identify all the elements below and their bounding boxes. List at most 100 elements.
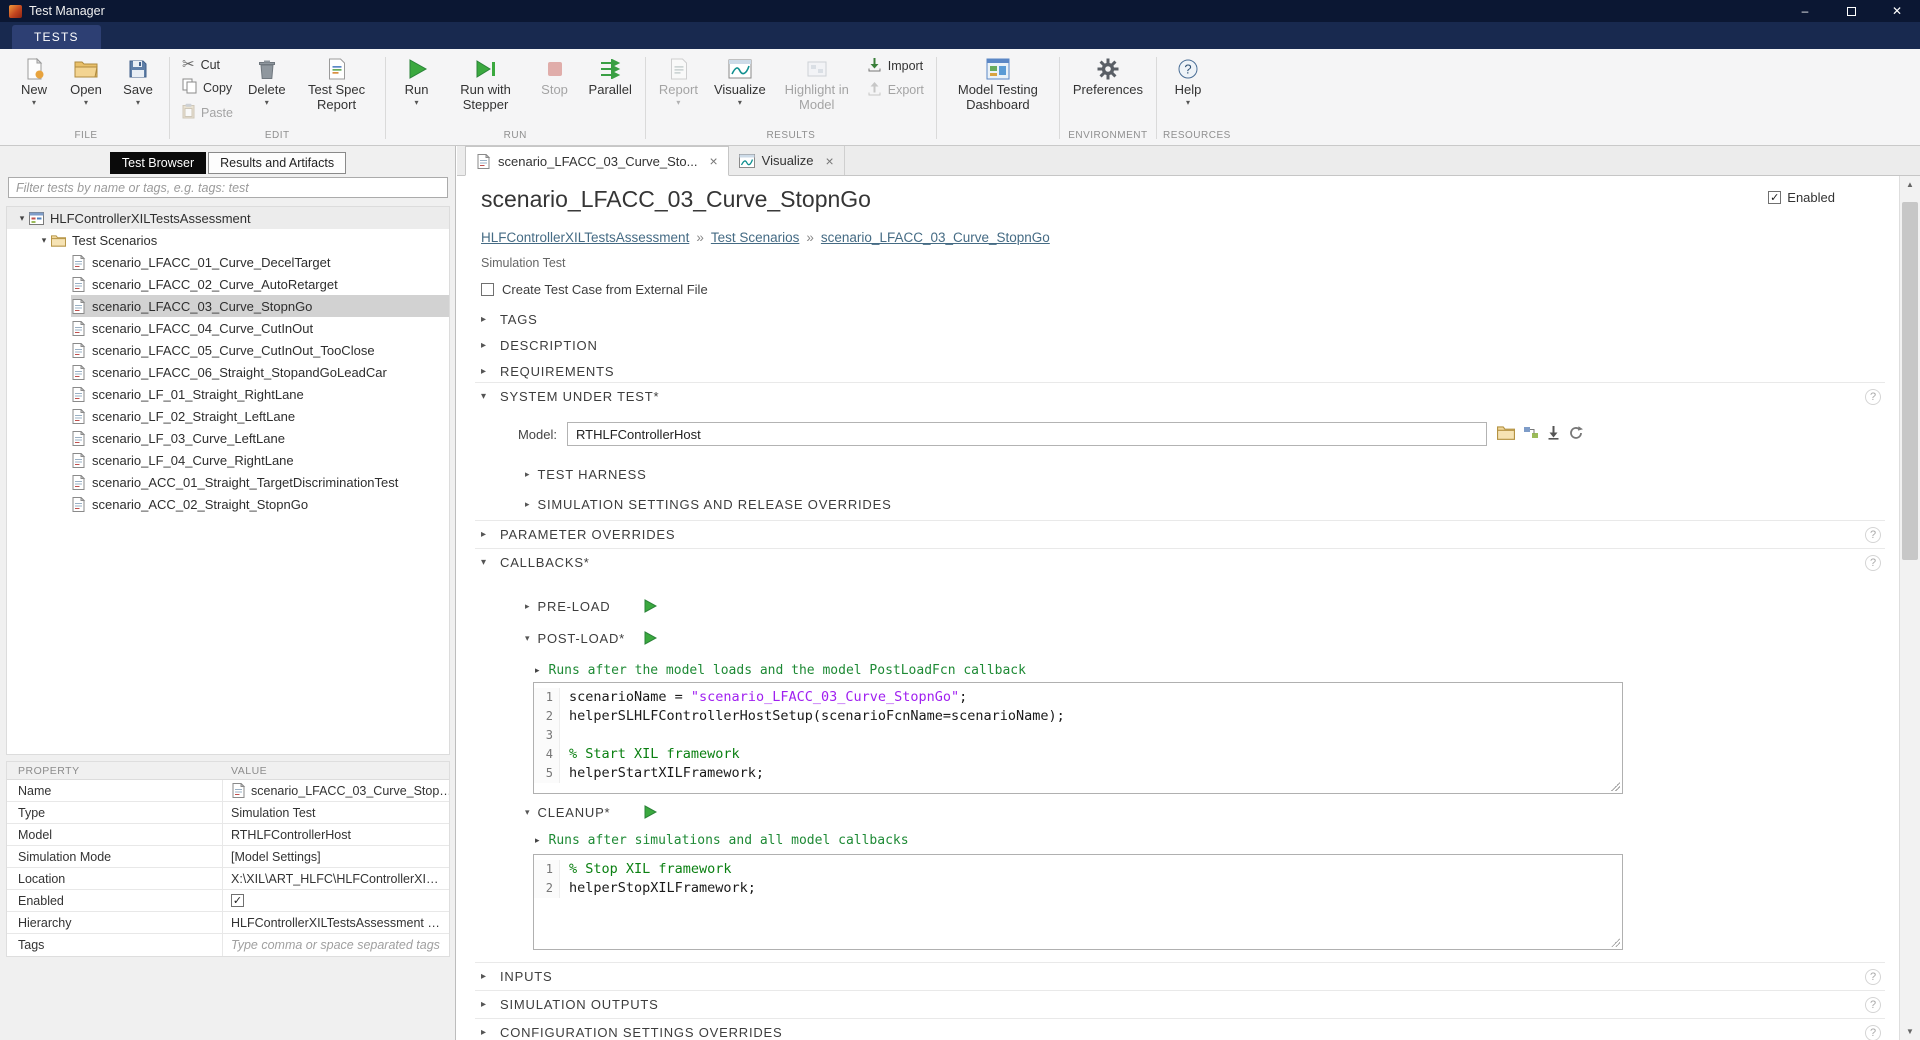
post-load-code-editor[interactable]: 1scenarioName = "scenario_LFACC_03_Curve… bbox=[533, 682, 1623, 794]
resize-grip[interactable] bbox=[1610, 781, 1620, 791]
doc-tab-scenario[interactable]: scenario_LFACC_03_Curve_Sto... × bbox=[465, 146, 729, 176]
collapsed-arrow-icon[interactable]: ▸ bbox=[535, 665, 540, 676]
section-configuration-settings-overrides[interactable]: ▸ CONFIGURATION SETTINGS OVERRIDES ? bbox=[475, 1018, 1885, 1040]
help-question-icon[interactable]: ? bbox=[1865, 389, 1881, 405]
doc-tab-visualize[interactable]: Visualize × bbox=[729, 146, 845, 175]
new-button[interactable]: New ▾ bbox=[9, 52, 59, 108]
window-titlebar: Test Manager – ✕ bbox=[0, 0, 1920, 22]
section-simulation-settings[interactable]: ▸ SIMULATION SETTINGS AND RELEASE OVERRI… bbox=[525, 492, 892, 516]
run-cleanup-button[interactable] bbox=[643, 805, 657, 822]
save-button[interactable]: Save ▾ bbox=[113, 52, 163, 108]
section-simulation-outputs[interactable]: ▸ SIMULATION OUTPUTS ? bbox=[475, 990, 1885, 1017]
close-button[interactable]: ✕ bbox=[1874, 0, 1920, 22]
refresh-icon[interactable] bbox=[1568, 425, 1584, 444]
tree-item-test-selected[interactable]: scenario_LFACC_03_Curve_StopnGo bbox=[7, 295, 449, 317]
property-row-name[interactable]: Name scenario_LFACC_03_Curve_Stop… bbox=[7, 780, 449, 802]
tree-item-test[interactable]: scenario_LF_02_Straight_LeftLane bbox=[7, 405, 449, 427]
filter-tests-input[interactable] bbox=[8, 177, 448, 198]
collapsed-arrow-icon: ▸ bbox=[525, 499, 530, 510]
open-model-folder-icon[interactable] bbox=[1497, 425, 1515, 443]
cut-button[interactable]: ✂ Cut bbox=[176, 56, 226, 73]
section-tags[interactable]: ▸ TAGS bbox=[481, 306, 1885, 333]
tags-input[interactable]: Type comma or space separated tags bbox=[223, 934, 449, 956]
import-button[interactable]: Import bbox=[861, 56, 929, 76]
property-row-hierarchy[interactable]: Hierarchy HLFControllerXILTestsAssessmen… bbox=[7, 912, 449, 934]
maximize-button[interactable] bbox=[1828, 0, 1874, 22]
section-description[interactable]: ▸ DESCRIPTION bbox=[481, 332, 1885, 359]
tree-item-test[interactable]: scenario_LFACC_02_Curve_AutoRetarget bbox=[7, 273, 449, 295]
open-button[interactable]: Open ▾ bbox=[61, 52, 111, 108]
copy-button[interactable]: Copy bbox=[176, 77, 238, 98]
minimize-button[interactable]: – bbox=[1782, 0, 1828, 22]
test-file-icon bbox=[71, 431, 86, 446]
enabled-checkbox[interactable] bbox=[1768, 191, 1781, 204]
tree-item-test[interactable]: scenario_ACC_01_Straight_TargetDiscrimin… bbox=[7, 471, 449, 493]
property-row-type[interactable]: Type Simulation Test bbox=[7, 802, 449, 824]
enabled-checkbox[interactable] bbox=[231, 894, 244, 907]
section-cleanup[interactable]: ▾ CLEANUP* bbox=[525, 800, 610, 824]
breadcrumb: HLFControllerXILTestsAssessment»Test Sce… bbox=[481, 230, 1050, 245]
section-post-load[interactable]: ▾ POST-LOAD* bbox=[525, 626, 625, 650]
model-testing-dashboard-button[interactable]: Model Testing Dashboard bbox=[943, 52, 1053, 113]
tree-item-test[interactable]: scenario_LFACC_05_Curve_CutInOut_TooClos… bbox=[7, 339, 449, 361]
tab-results-and-artifacts[interactable]: Results and Artifacts bbox=[208, 152, 346, 174]
run-post-load-button[interactable] bbox=[643, 631, 657, 648]
tree-item-test[interactable]: scenario_LFACC_01_Curve_DecelTarget bbox=[7, 251, 449, 273]
section-pre-load[interactable]: ▸ PRE-LOAD bbox=[525, 594, 610, 618]
section-system-under-test[interactable]: ▾ SYSTEM UNDER TEST* ? bbox=[475, 382, 1885, 409]
collapse-arrow-icon[interactable]: ▾ bbox=[15, 213, 29, 224]
resize-grip[interactable] bbox=[1610, 937, 1620, 947]
tree-item-test[interactable]: scenario_LF_03_Curve_LeftLane bbox=[7, 427, 449, 449]
tab-tests[interactable]: TESTS bbox=[12, 25, 101, 49]
close-icon[interactable]: × bbox=[825, 153, 833, 169]
property-row-location[interactable]: Location X:\XIL\ART_HLFC\HLFControllerXI… bbox=[7, 868, 449, 890]
collapsed-arrow-icon[interactable]: ▸ bbox=[535, 835, 540, 846]
tree-root-item[interactable]: ▾ HLFControllerXILTestsAssessment bbox=[7, 207, 449, 229]
help-question-icon[interactable]: ? bbox=[1865, 555, 1881, 571]
collapse-arrow-icon[interactable]: ▾ bbox=[37, 235, 51, 246]
tab-test-browser[interactable]: Test Browser bbox=[110, 152, 206, 174]
pin-model-icon[interactable] bbox=[1547, 425, 1560, 443]
property-row-simulation-mode[interactable]: Simulation Mode [Model Settings] bbox=[7, 846, 449, 868]
scroll-down-button[interactable]: ▼ bbox=[1900, 1023, 1920, 1040]
section-callbacks[interactable]: ▾ CALLBACKS* ? bbox=[475, 548, 1885, 575]
create-harness-icon[interactable] bbox=[1523, 425, 1539, 443]
close-icon[interactable]: × bbox=[709, 153, 717, 169]
external-file-checkbox[interactable] bbox=[481, 283, 494, 296]
tree-folder-item[interactable]: ▾ Test Scenarios bbox=[7, 229, 449, 251]
run-pre-load-button[interactable] bbox=[643, 599, 657, 616]
breadcrumb-link-test[interactable]: scenario_LFACC_03_Curve_StopnGo bbox=[821, 230, 1050, 245]
breadcrumb-link-folder[interactable]: Test Scenarios bbox=[711, 230, 800, 245]
group-label-run: RUN bbox=[392, 128, 639, 145]
tree-item-test[interactable]: scenario_LFACC_04_Curve_CutInOut bbox=[7, 317, 449, 339]
scroll-up-button[interactable]: ▲ bbox=[1900, 176, 1920, 193]
cleanup-code-editor[interactable]: 1% Stop XIL framework 2helperStopXILFram… bbox=[533, 854, 1623, 950]
help-question-icon[interactable]: ? bbox=[1865, 527, 1881, 543]
tree-item-test[interactable]: scenario_LFACC_06_Straight_StopandGoLead… bbox=[7, 361, 449, 383]
section-requirements[interactable]: ▸ REQUIREMENTS bbox=[481, 358, 1885, 385]
model-input[interactable] bbox=[567, 422, 1487, 446]
property-row-enabled[interactable]: Enabled bbox=[7, 890, 449, 912]
test-spec-report-button[interactable]: Test Spec Report bbox=[295, 52, 379, 113]
help-question-icon[interactable]: ? bbox=[1865, 997, 1881, 1013]
breadcrumb-link-suite[interactable]: HLFControllerXILTestsAssessment bbox=[481, 230, 689, 245]
help-button[interactable]: ? Help ▾ bbox=[1163, 52, 1213, 108]
section-inputs[interactable]: ▸ INPUTS ? bbox=[475, 962, 1885, 989]
visualize-button[interactable]: Visualize ▾ bbox=[707, 52, 773, 108]
tree-item-test[interactable]: scenario_ACC_02_Straight_StopnGo bbox=[7, 493, 449, 515]
tree-item-test[interactable]: scenario_LF_04_Curve_RightLane bbox=[7, 449, 449, 471]
property-row-model[interactable]: Model RTHLFControllerHost bbox=[7, 824, 449, 846]
section-test-harness[interactable]: ▸ TEST HARNESS bbox=[525, 462, 647, 486]
parallel-button[interactable]: Parallel bbox=[582, 52, 639, 99]
delete-button[interactable]: Delete ▾ bbox=[241, 52, 293, 108]
scrollbar-thumb[interactable] bbox=[1902, 202, 1918, 560]
help-question-icon[interactable]: ? bbox=[1865, 969, 1881, 985]
section-parameter-overrides[interactable]: ▸ PARAMETER OVERRIDES ? bbox=[475, 520, 1885, 547]
property-row-tags[interactable]: Tags Type comma or space separated tags bbox=[7, 934, 449, 956]
preferences-button[interactable]: Preferences bbox=[1066, 52, 1150, 99]
run-button[interactable]: Run ▾ bbox=[392, 52, 442, 108]
tree-item-test[interactable]: scenario_LF_01_Straight_RightLane bbox=[7, 383, 449, 405]
run-with-stepper-button[interactable]: Run with Stepper bbox=[444, 52, 528, 113]
help-question-icon[interactable]: ? bbox=[1865, 1025, 1881, 1040]
chevron-down-icon: ▾ bbox=[415, 98, 419, 107]
